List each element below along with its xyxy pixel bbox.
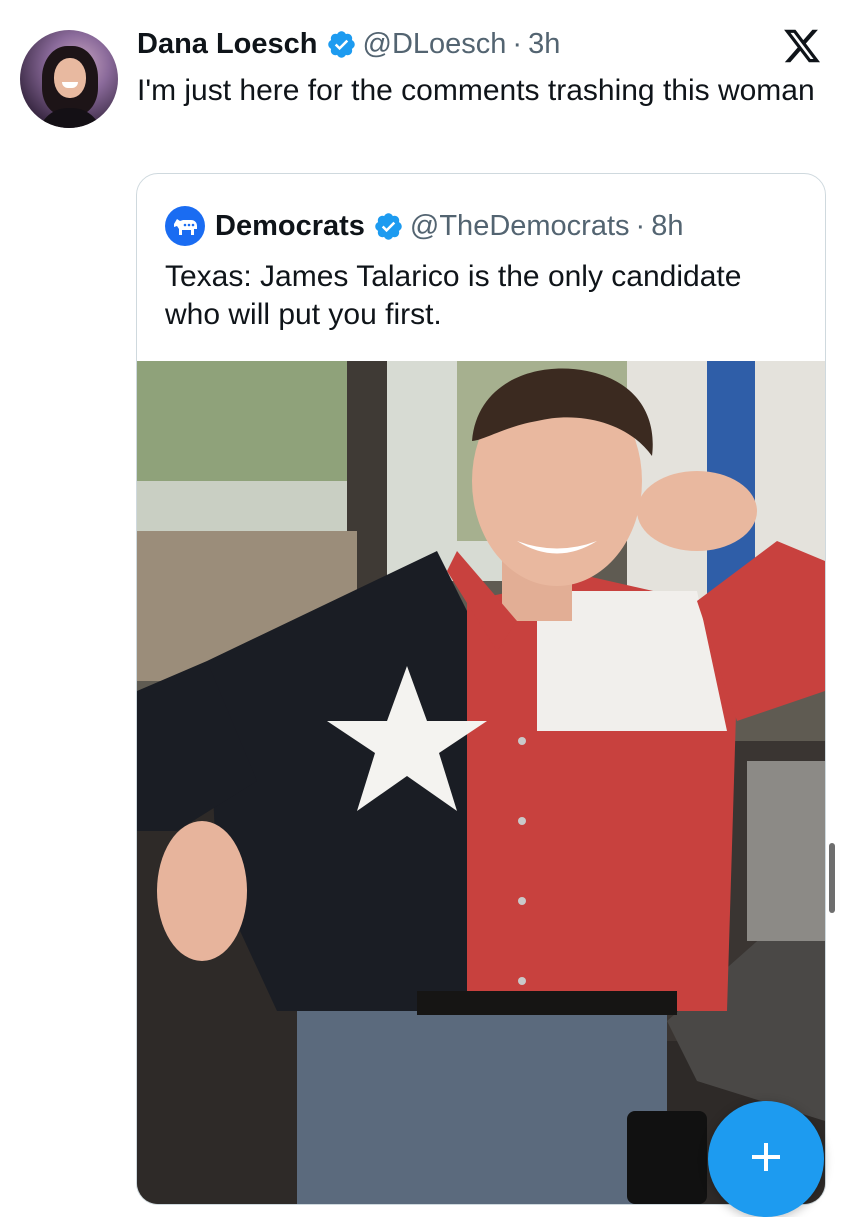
shirt-button (518, 897, 526, 905)
verified-badge-icon (373, 211, 404, 242)
shirt-button (518, 817, 526, 825)
quoted-author-display-name[interactable]: Democrats (215, 210, 365, 243)
x-logo-icon[interactable] (781, 26, 823, 66)
phone (627, 1111, 707, 1204)
democrats-logo-icon[interactable] (165, 206, 205, 246)
shirt-button (518, 737, 526, 745)
quoted-tweet-text: Texas: James Talarico is the only candid… (165, 260, 742, 331)
tweet-timestamp[interactable]: 3h (528, 28, 560, 61)
tweet-photo[interactable] (137, 361, 825, 1204)
separator-dot: · (512, 27, 523, 60)
scrollbar[interactable] (829, 843, 835, 913)
laptop-screen (747, 761, 825, 941)
right-hand (637, 471, 757, 551)
shirt-button (518, 977, 526, 985)
tree-foliage (137, 361, 367, 481)
belt (417, 991, 677, 1015)
avatar-face (54, 58, 86, 98)
quoted-tweet-timestamp[interactable]: 8h (651, 210, 683, 243)
tweet-card[interactable]: Dana Loesch @DLoesch · 3h I'm just here … (0, 0, 845, 1217)
quoted-author-handle[interactable]: @TheDemocrats (410, 210, 630, 243)
jeans (297, 1001, 667, 1204)
author-display-name[interactable]: Dana Loesch (137, 28, 318, 61)
author-avatar[interactable] (20, 30, 118, 128)
plus-icon (746, 1137, 786, 1182)
quoted-tweet[interactable]: Democrats @TheDemocrats · 8h Texas: Jame… (136, 173, 826, 1205)
verified-badge-icon (326, 29, 357, 60)
left-hand (157, 821, 247, 961)
quoted-tweet-header: Democrats @TheDemocrats · 8h (165, 206, 683, 246)
avatar-shoulders (38, 108, 102, 128)
tweet-text: I'm just here for the comments trashing … (137, 74, 815, 107)
tweet-header: Dana Loesch @DLoesch · 3h (137, 26, 560, 62)
separator-dot: · (635, 209, 646, 242)
author-handle[interactable]: @DLoesch (363, 28, 507, 61)
